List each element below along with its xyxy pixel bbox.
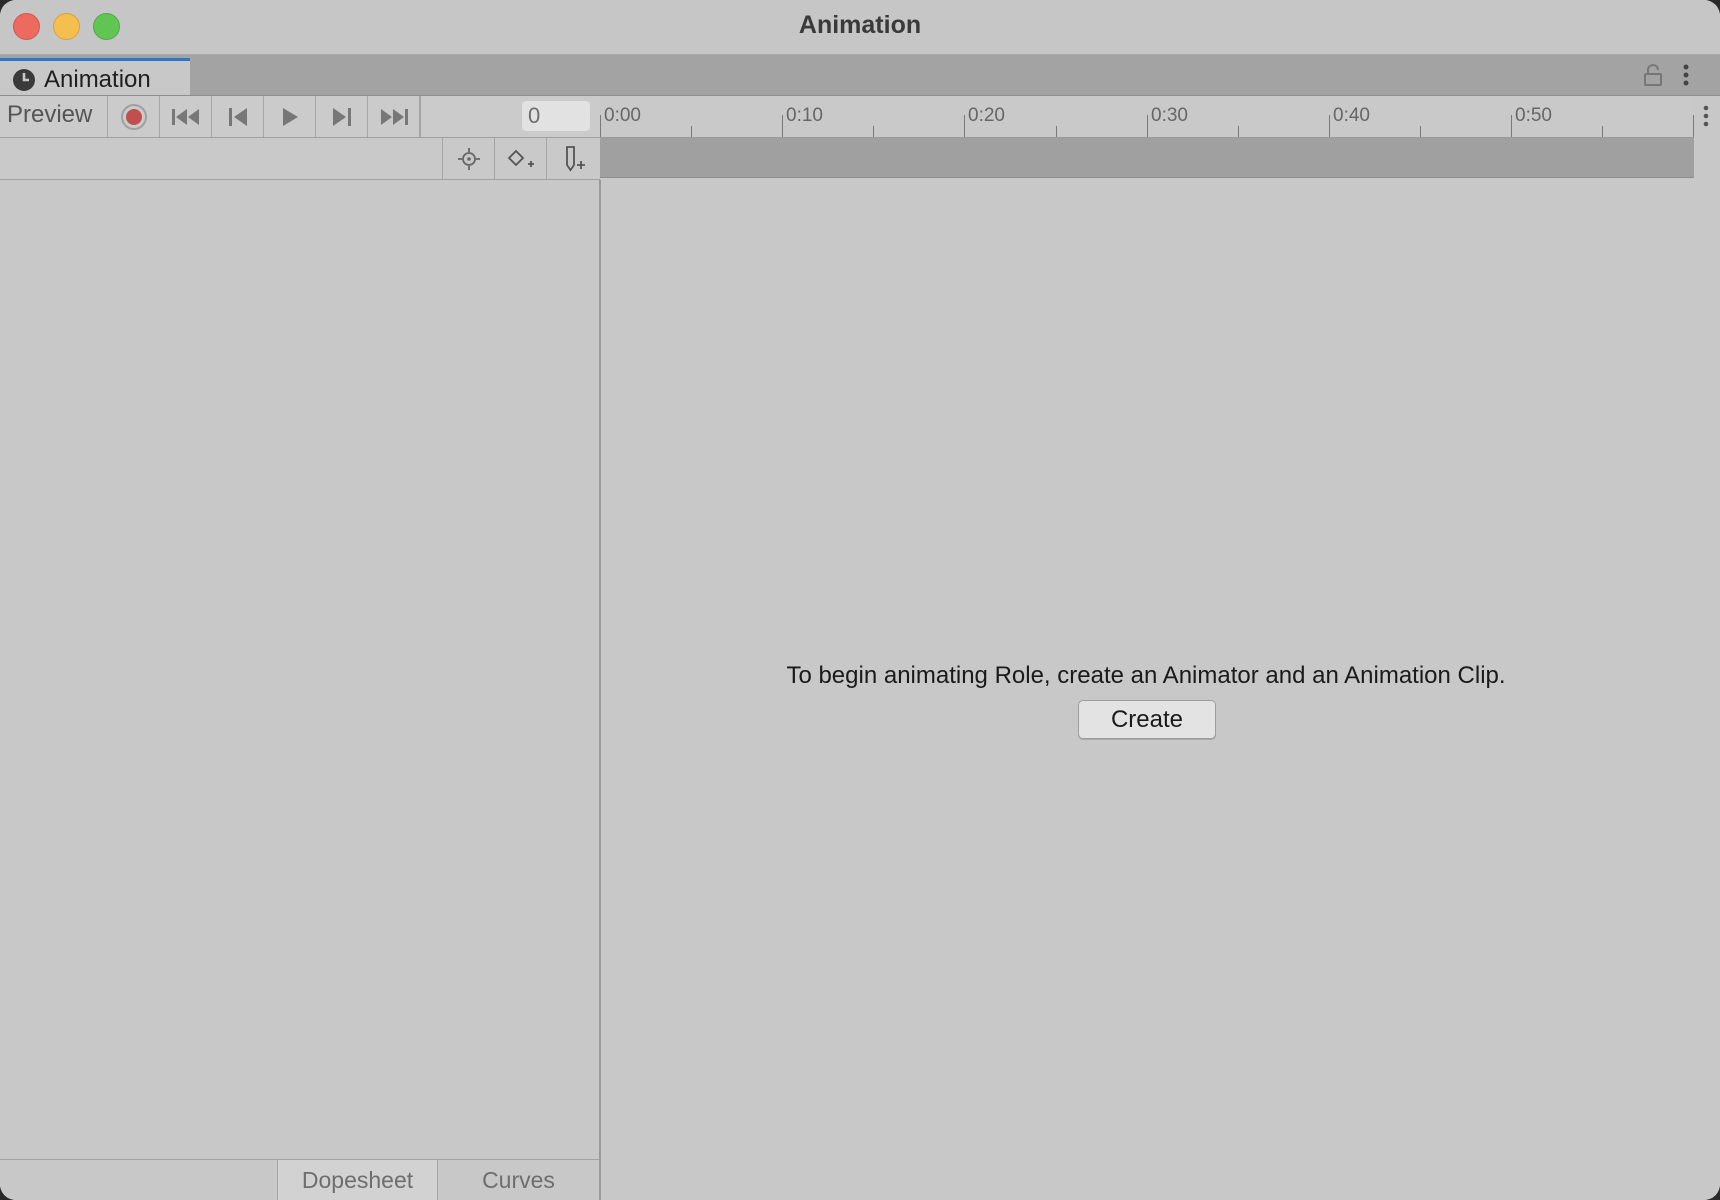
play-button[interactable] xyxy=(264,96,316,137)
title-bar: Animation xyxy=(0,0,1720,55)
ruler-tick xyxy=(782,115,783,137)
tab-dopesheet[interactable]: Dopesheet xyxy=(277,1160,438,1200)
ruler-tick xyxy=(600,115,601,137)
ruler-tick xyxy=(1602,126,1603,137)
filter-by-selection-button[interactable] xyxy=(442,138,494,179)
animation-window: Animation Animation Preview 0 0:00 0:10 … xyxy=(0,0,1720,1200)
timeline-ruler[interactable]: 0:00 0:10 0:20 0:30 0:40 0:50 xyxy=(600,96,1694,138)
window-title: Animation xyxy=(798,11,922,39)
ruler-tick xyxy=(1056,126,1057,137)
property-toolbar xyxy=(0,138,600,180)
ruler-label: 0:30 xyxy=(1151,105,1188,126)
previous-keyframe-button[interactable] xyxy=(212,96,264,137)
tab-strip: Animation xyxy=(0,55,1720,96)
ruler-tick xyxy=(1511,115,1512,137)
empty-state-message: To begin animating Role, create an Anima… xyxy=(786,662,1506,689)
ruler-tick xyxy=(691,126,692,137)
ruler-label: 0:10 xyxy=(786,105,823,126)
last-keyframe-button[interactable] xyxy=(368,96,420,137)
step-forward-icon xyxy=(332,107,351,126)
crosshair-icon xyxy=(457,147,480,170)
properties-panel xyxy=(0,180,601,1200)
tab-label: Animation xyxy=(44,66,151,93)
ruler-tick xyxy=(873,126,874,137)
first-keyframe-button[interactable] xyxy=(160,96,212,137)
skip-to-start-icon xyxy=(171,108,199,125)
create-button[interactable]: Create xyxy=(1078,700,1216,739)
add-keyframe-button[interactable] xyxy=(494,138,546,179)
ruler-tick xyxy=(1147,115,1148,137)
clock-icon xyxy=(13,69,35,91)
skip-to-end-icon xyxy=(380,108,408,125)
more-options-icon[interactable] xyxy=(1682,63,1690,87)
ruler-label: 0:40 xyxy=(1333,105,1370,126)
ruler-label: 0:00 xyxy=(604,105,641,126)
preview-button[interactable]: Preview xyxy=(0,96,108,137)
add-event-button[interactable] xyxy=(546,138,598,179)
ruler-tick xyxy=(1329,115,1330,137)
step-back-icon xyxy=(228,107,247,126)
playback-toolbar: Preview 0 xyxy=(0,96,600,138)
ruler-tick xyxy=(1693,115,1694,137)
add-event-icon xyxy=(565,145,585,172)
lock-icon[interactable] xyxy=(1643,63,1663,87)
next-keyframe-button[interactable] xyxy=(316,96,368,137)
add-keyframe-icon xyxy=(507,149,534,167)
frame-input[interactable]: 0 xyxy=(522,101,590,131)
timeline-options-icon[interactable] xyxy=(1702,104,1710,128)
view-mode-tabs: Dopesheet Curves xyxy=(0,1159,599,1200)
ruler-tick xyxy=(1420,126,1421,137)
play-icon xyxy=(282,107,298,126)
record-icon xyxy=(120,103,147,130)
record-button[interactable] xyxy=(108,96,160,137)
tab-animation[interactable]: Animation xyxy=(0,58,190,95)
ruler-tick xyxy=(1238,126,1239,137)
summary-track xyxy=(600,138,1694,178)
ruler-label: 0:50 xyxy=(1515,105,1552,126)
tab-curves[interactable]: Curves xyxy=(438,1160,599,1200)
toolbar-divider xyxy=(420,96,421,137)
ruler-tick xyxy=(964,115,965,137)
dopesheet-area: To begin animating Role, create an Anima… xyxy=(601,180,1720,1200)
ruler-label: 0:20 xyxy=(968,105,1005,126)
